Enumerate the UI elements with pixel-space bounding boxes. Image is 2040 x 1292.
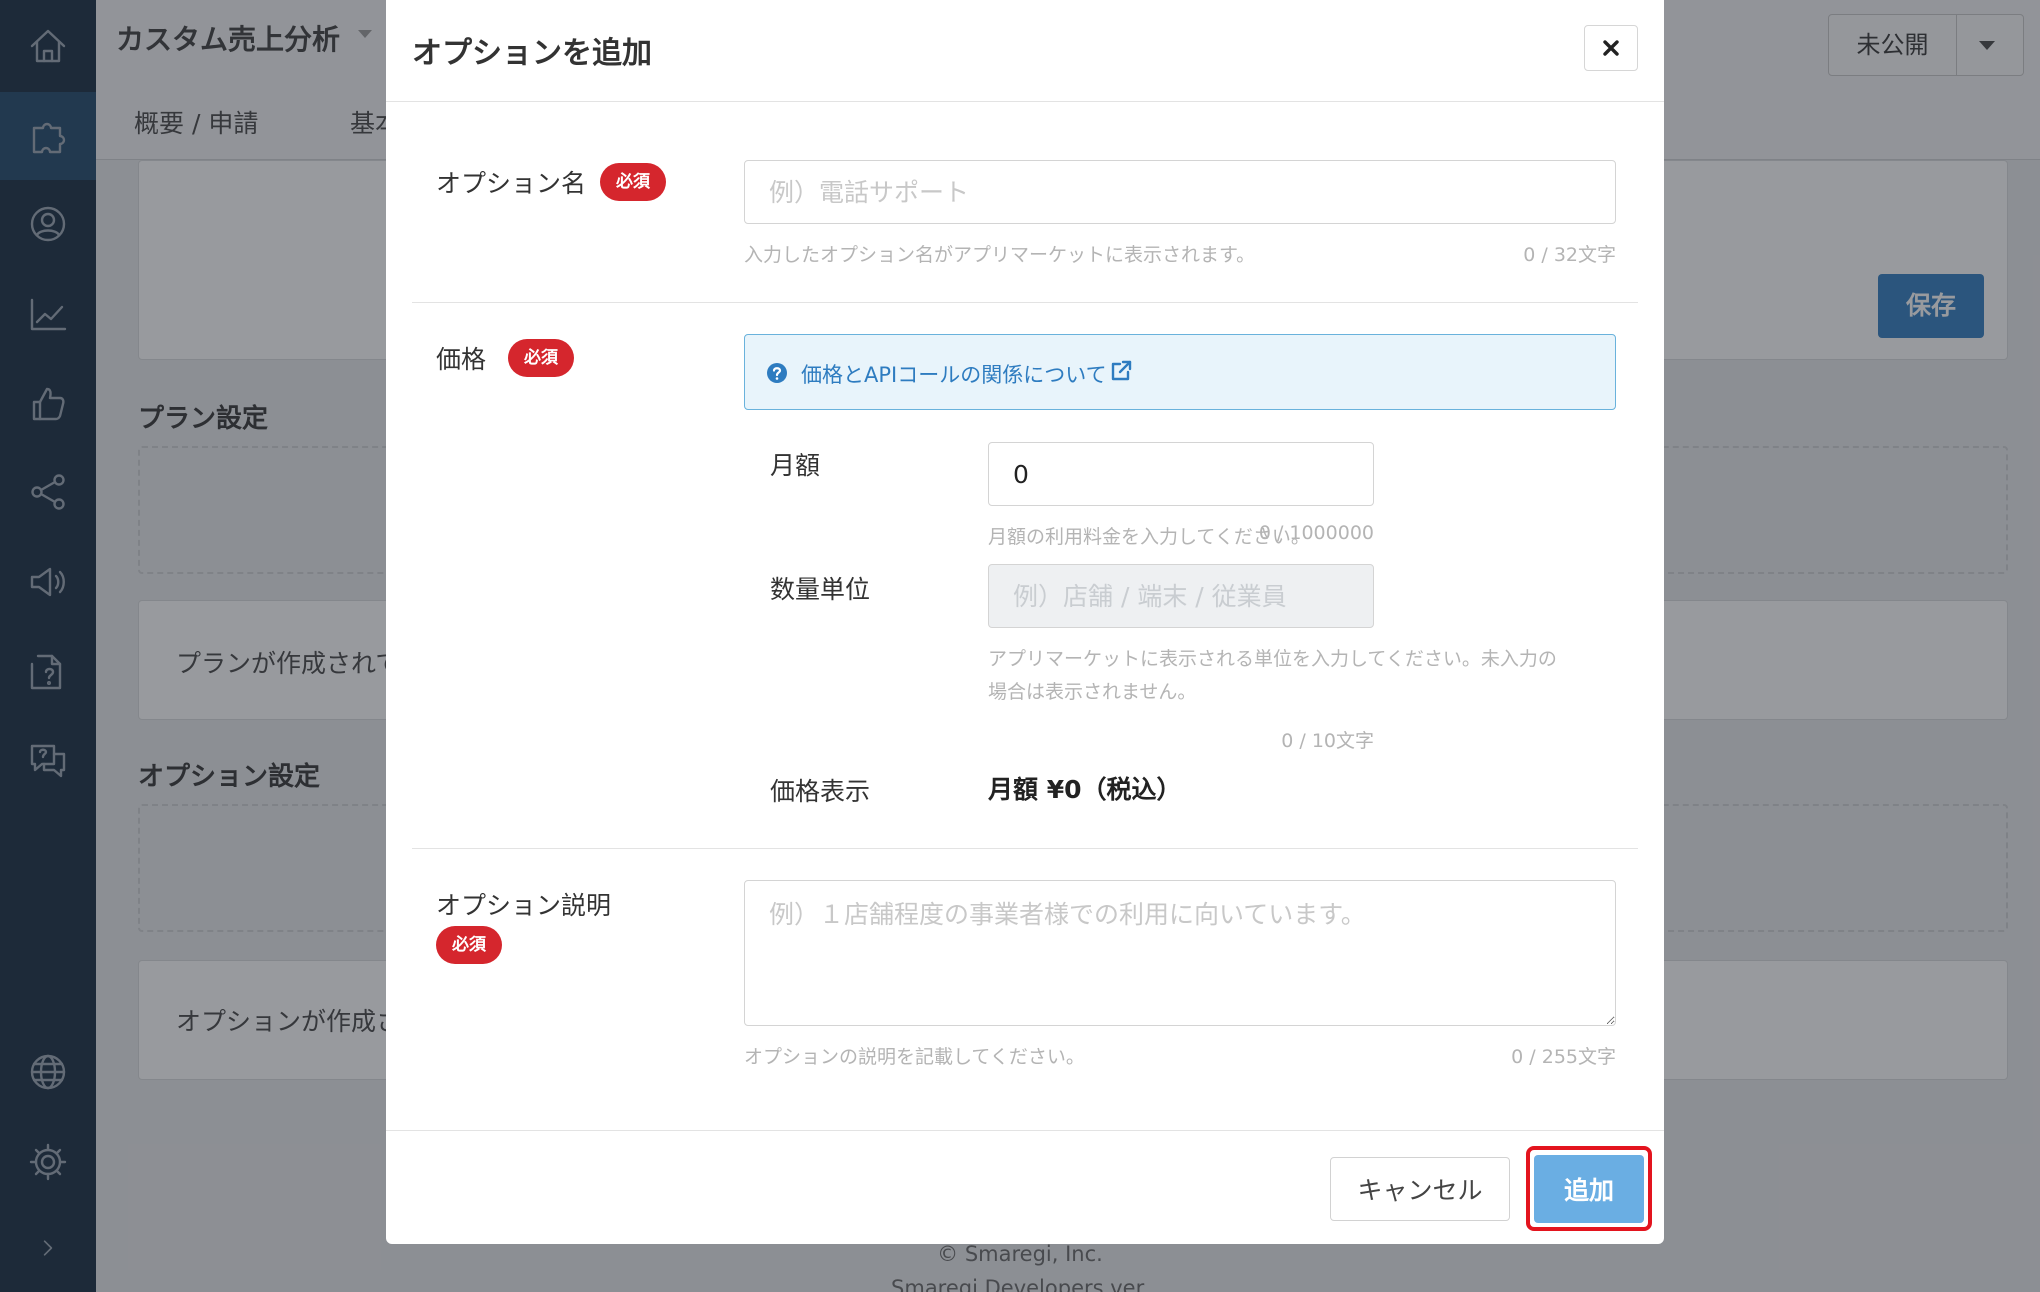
add-option-dialog: オプションを追加 オプション名 必須 入力したオプション名がアプリマーケットに表… — [386, 0, 1664, 1244]
option-description-hint: オプションの説明を記載してください。 — [744, 1046, 1085, 1068]
cancel-button[interactable]: キャンセル — [1330, 1157, 1510, 1221]
option-description-textarea[interactable] — [744, 880, 1616, 1026]
question-circle-icon — [767, 363, 787, 383]
price-display-value: 月額 ¥0（税込） — [988, 775, 1182, 804]
quantity-unit-label: 数量単位 — [770, 575, 871, 604]
required-badge: 必須 — [436, 926, 502, 964]
required-badge: 必須 — [600, 163, 666, 201]
price-info-box: 価格とAPIコールの関係について — [744, 334, 1616, 410]
monthly-price-label: 月額 — [770, 451, 821, 480]
add-button[interactable]: 追加 — [1534, 1155, 1644, 1223]
dialog-title: オプションを追加 — [412, 36, 652, 71]
external-link-icon[interactable] — [1109, 359, 1133, 383]
option-name-label: オプション名 — [436, 169, 587, 198]
dialog-header: オプションを追加 — [386, 0, 1664, 102]
divider — [412, 302, 1638, 303]
option-description-label: オプション説明 — [436, 891, 612, 920]
dialog-footer-divider — [386, 1130, 1664, 1131]
option-name-hint: 入力したオプション名がアプリマーケットに表示されます。 — [744, 244, 1256, 266]
quantity-unit-input[interactable] — [988, 564, 1374, 628]
close-button[interactable] — [1584, 25, 1638, 71]
quantity-unit-counter: 0 / 10文字 — [1281, 730, 1374, 752]
price-display-label: 価格表示 — [770, 777, 871, 806]
price-api-link[interactable]: 価格とAPIコールの関係について — [801, 359, 1107, 389]
divider — [412, 848, 1638, 849]
option-name-counter: 0 / 32文字 — [1523, 244, 1616, 266]
monthly-price-counter: 0 / 1000000 — [1258, 522, 1374, 544]
option-name-input[interactable] — [744, 160, 1616, 224]
price-label: 価格 — [436, 345, 487, 374]
required-badge: 必須 — [508, 339, 574, 377]
option-description-counter: 0 / 255文字 — [1511, 1046, 1616, 1068]
monthly-price-input[interactable] — [988, 442, 1374, 506]
quantity-unit-hint-line1: アプリマーケットに表示される単位を入力してください。未入力の — [988, 648, 1557, 670]
close-icon — [1603, 40, 1619, 56]
quantity-unit-hint-line2: 場合は表示されません。 — [988, 681, 1197, 703]
